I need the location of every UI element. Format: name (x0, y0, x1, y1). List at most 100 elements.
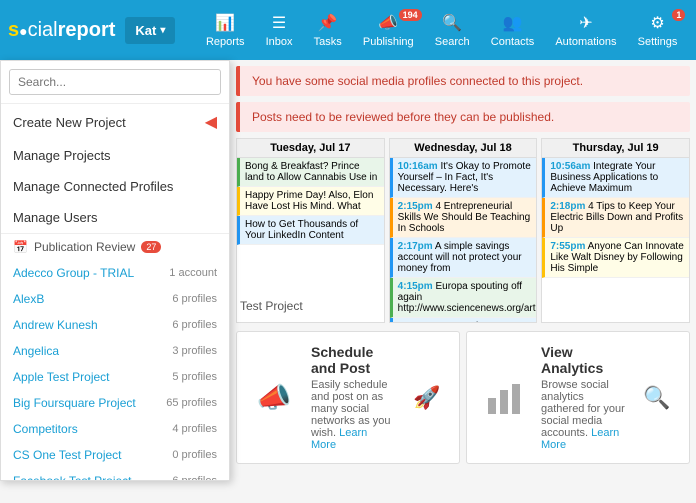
schedule-panel-desc: Easily schedule and post on as many soci… (311, 379, 395, 451)
project-name: AlexB (13, 292, 44, 306)
event-time: 10:56am (550, 161, 590, 172)
list-item[interactable]: Facebook Test Project 6 profiles (1, 468, 229, 480)
analytics-panel-title: View Analytics (541, 344, 625, 376)
calendar-event[interactable]: 2:18pm 4 Tips to Keep Your Electric Bill… (542, 198, 689, 238)
project-name: CS One Test Project (13, 448, 122, 462)
list-item[interactable]: Andrew Kunesh 6 profiles (1, 312, 229, 338)
create-new-project-button[interactable]: Create New Project ◀ (1, 104, 229, 140)
list-item[interactable]: Big Foursquare Project 65 profiles (1, 390, 229, 416)
list-item[interactable]: Angelica 3 profiles (1, 338, 229, 364)
calendar-day-header: Tuesday, Jul 17 (237, 139, 384, 158)
analytics-panel-desc: Browse social analytics gathered for you… (541, 379, 625, 451)
calendar-event[interactable]: How to Get Thousands of Your LinkedIn Co… (237, 216, 384, 245)
publishing-icon: 📣 (378, 13, 398, 33)
schedule-panel-title: Schedule and Post (311, 344, 395, 376)
analytics-chart-icon (484, 378, 524, 418)
list-item[interactable]: AlexB 6 profiles (1, 286, 229, 312)
project-list: Adecco Group - TRIAL 1 account AlexB 6 p… (1, 260, 229, 480)
calendar: Tuesday, Jul 17 Bong & Breakfast? Prince… (236, 138, 690, 323)
project-dropdown: Create New Project ◀ Manage Projects Man… (0, 60, 230, 481)
nav-tasks[interactable]: 📌 Tasks (306, 9, 350, 52)
test-project-label: Test Project (240, 299, 303, 313)
bottom-panels: 📣 Schedule and Post Easily schedule and … (236, 331, 690, 464)
chart-icon (479, 373, 529, 423)
project-count: 65 profiles (166, 397, 217, 409)
nav-reports-label: Reports (206, 36, 245, 48)
schedule-panel: 📣 Schedule and Post Easily schedule and … (236, 331, 460, 464)
settings-icon: ⚙ (650, 13, 664, 33)
user-name: Kat (135, 23, 156, 38)
brand-logo: s●cialreport (8, 19, 115, 42)
nav-settings[interactable]: ⚙ Settings 1 (630, 9, 686, 52)
brand-dot: ● (19, 23, 27, 39)
calendar-day-header: Wednesday, Jul 18 (390, 139, 537, 158)
rocket-icon: 🚀 (407, 378, 447, 418)
event-time: 2:15pm (398, 201, 433, 212)
manage-users-label: Manage Users (13, 210, 98, 225)
list-item[interactable]: CS One Test Project 0 profiles (1, 442, 229, 468)
project-name: Angelica (13, 344, 59, 358)
calendar-event[interactable]: 10:16am It's Okay to Promote Yourself – … (390, 158, 537, 198)
create-new-label: Create New Project (13, 115, 126, 130)
notice-text-1: You have some social media profiles conn… (252, 74, 583, 88)
project-name: Adecco Group - TRIAL (13, 266, 134, 280)
nav-automations[interactable]: ✈ Automations (547, 9, 624, 52)
calendar-event[interactable]: 4:15pm Europa spouting off again http://… (390, 278, 537, 318)
nav-tasks-label: Tasks (314, 36, 342, 48)
list-item[interactable]: Apple Test Project 5 profiles (1, 364, 229, 390)
manage-profiles-button[interactable]: Manage Connected Profiles (1, 171, 229, 202)
calendar-event[interactable]: 7:55pm Anyone Can Innovate Like Walt Dis… (542, 238, 689, 278)
nav-contacts[interactable]: 👥 Contacts (483, 9, 542, 52)
publication-review-label: Publication Review (34, 240, 135, 254)
calendar-day-wednesday: Wednesday, Jul 18 10:16am It's Okay to P… (389, 138, 538, 323)
calendar-event[interactable]: 2:17pm A simple savings account will not… (390, 238, 537, 278)
manage-projects-button[interactable]: Manage Projects (1, 140, 229, 171)
event-time: 2:18pm (550, 201, 585, 212)
project-count: 1 account (169, 267, 217, 279)
nav-items: 📊 Reports ☰ Inbox 📌 Tasks 📣 Publishing 1… (195, 9, 688, 52)
brand-text: cial (28, 19, 58, 41)
chevron-down-icon: ▾ (160, 25, 165, 36)
project-name: Facebook Test Project (13, 474, 132, 480)
calendar-day-header: Thursday, Jul 19 (542, 139, 689, 158)
notice-bar-profiles: You have some social media profiles conn… (236, 66, 690, 96)
calendar-event[interactable]: Bong & Breakfast? Prince land to Allow C… (237, 158, 384, 187)
project-name: Andrew Kunesh (13, 318, 98, 332)
notice-bar-review: Posts need to be reviewed before they ca… (236, 102, 690, 132)
nav-search[interactable]: 🔍 Search (427, 9, 478, 52)
schedule-panel-content: Schedule and Post Easily schedule and po… (311, 344, 395, 451)
analytics-panel: View Analytics Browse social analytics g… (466, 331, 690, 464)
calendar-event[interactable]: 2:15pm 4 Entrepreneurial Skills We Shoul… (390, 198, 537, 238)
search-icon: 🔍 (442, 13, 462, 33)
nav-inbox-label: Inbox (266, 36, 293, 48)
tasks-icon: 📌 (318, 13, 338, 33)
search-input[interactable] (9, 69, 221, 95)
calendar-event[interactable]: Happy Prime Day! Also, Elon Have Lost Hi… (237, 187, 384, 216)
brand-s: s (8, 19, 19, 41)
nav-automations-label: Automations (555, 36, 616, 48)
manage-users-button[interactable]: Manage Users (1, 202, 229, 233)
project-name: Big Foursquare Project (13, 396, 136, 410)
project-count: 4 profiles (172, 423, 217, 435)
nav-publishing[interactable]: 📣 Publishing 194 (355, 9, 422, 52)
calendar-event[interactable]: 7:51pm 8 Strategies to Becoming a Badass… (390, 318, 537, 323)
contacts-icon: 👥 (503, 13, 523, 33)
user-menu[interactable]: Kat ▾ (125, 17, 175, 44)
calendar-event[interactable]: 10:56am Integrate Your Business Applicat… (542, 158, 689, 198)
project-count: 6 profiles (172, 475, 217, 480)
nav-reports[interactable]: 📊 Reports (198, 9, 253, 52)
megaphone-icon: 📣 (249, 373, 299, 423)
list-item[interactable]: Adecco Group - TRIAL 1 account (1, 260, 229, 286)
event-text: How to Get Thousands of Your LinkedIn Co… (245, 219, 379, 241)
event-text: Happy Prime Day! Also, Elon Have Lost Hi… (245, 190, 379, 212)
publishing-badge: 194 (399, 9, 422, 21)
list-item[interactable]: Competitors 4 profiles (1, 416, 229, 442)
nav-search-label: Search (435, 36, 470, 48)
publication-review-section[interactable]: 📅 Publication Review 27 (1, 234, 229, 260)
project-count: 6 profiles (172, 293, 217, 305)
project-count: 6 profiles (172, 319, 217, 331)
nav-inbox[interactable]: ☰ Inbox (258, 9, 301, 52)
analytics-panel-content: View Analytics Browse social analytics g… (541, 344, 625, 451)
notice-text-2: Posts need to be reviewed before they ca… (252, 110, 554, 124)
event-time: 7:51pm (398, 321, 433, 323)
